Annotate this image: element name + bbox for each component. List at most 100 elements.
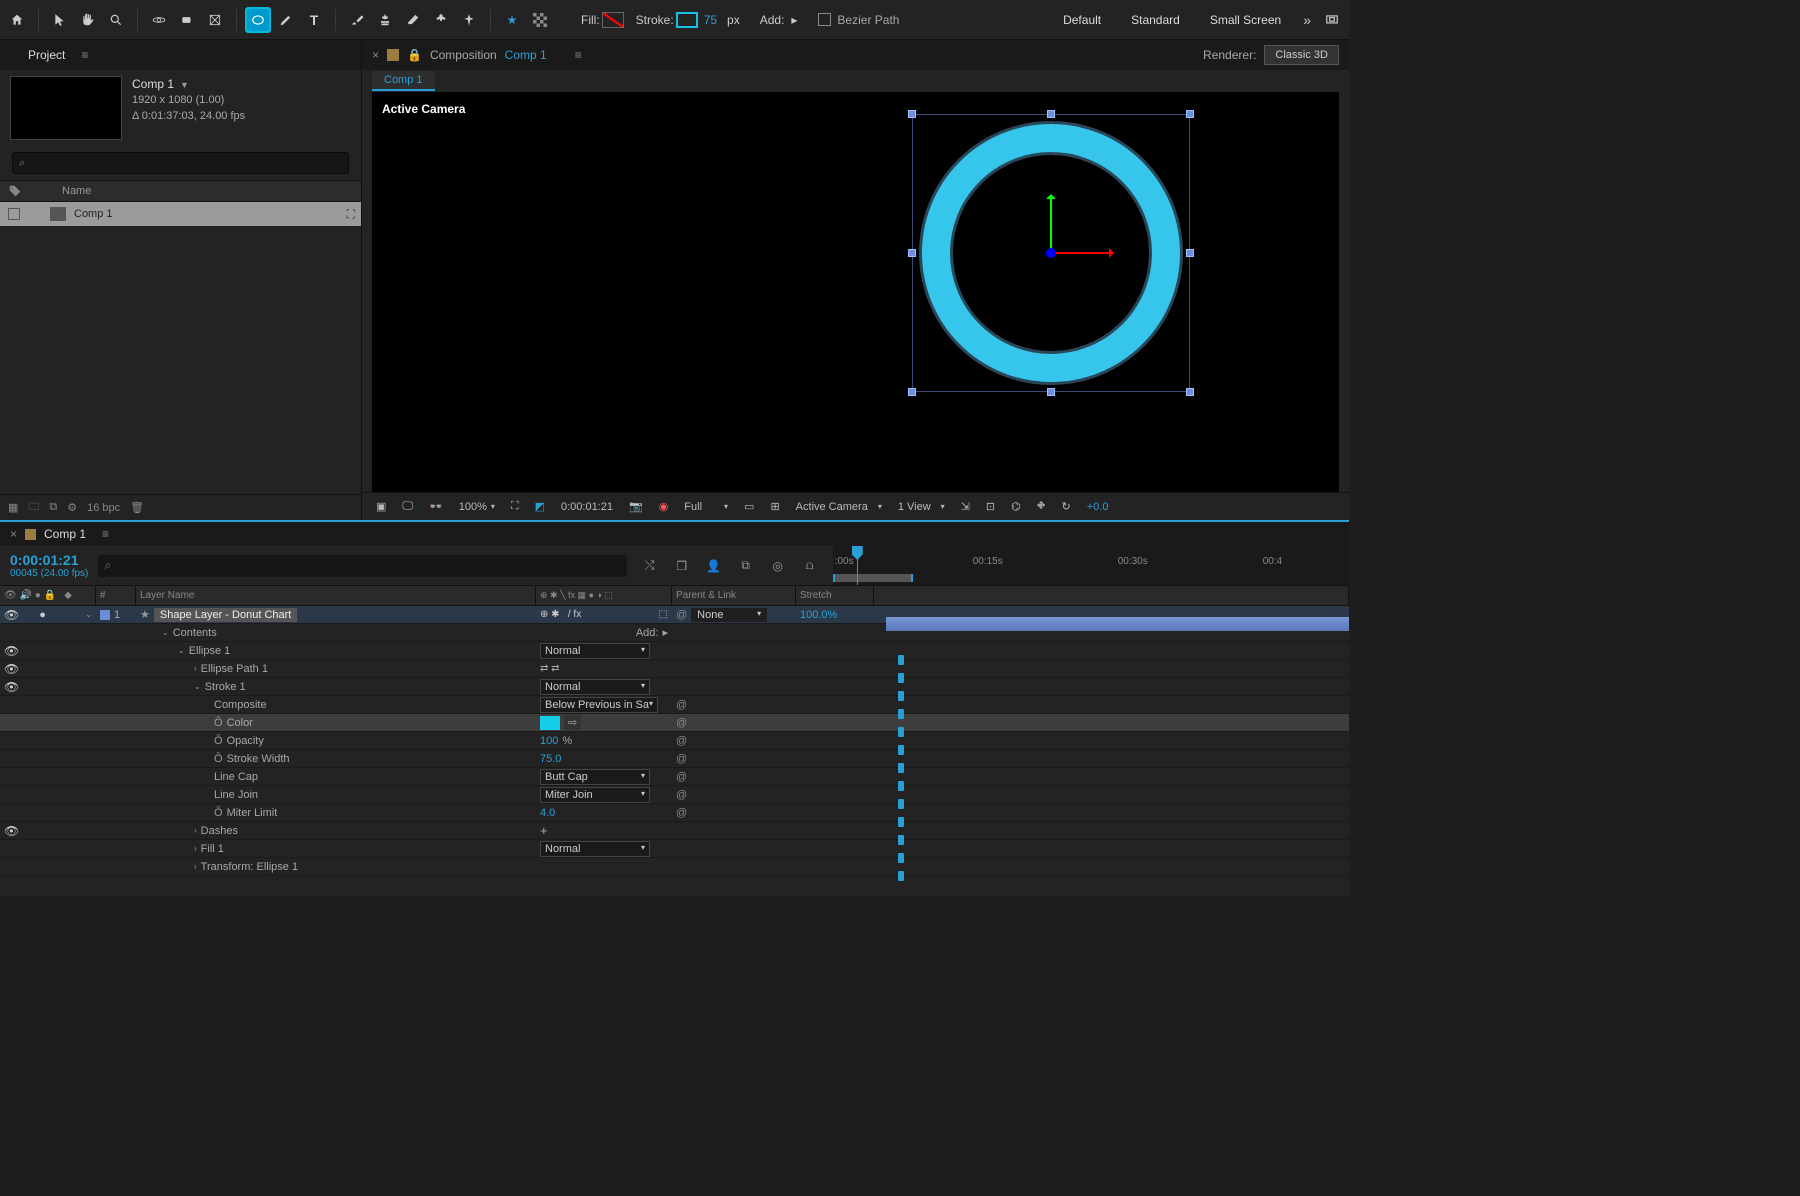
overflow-chevrons-icon[interactable]: » [1297,12,1317,28]
property-row[interactable]: Composite Below Previous in Sa▾ @ [0,696,1349,714]
project-settings-icon[interactable]: ⚙ [67,501,77,514]
text-tool-icon[interactable]: T [301,7,327,33]
keyframe-marker[interactable] [898,655,904,665]
timeline-close-icon[interactable]: × [10,527,17,541]
twirl-down-icon[interactable]: ⌄ [162,628,169,637]
resize-handle[interactable] [908,249,916,257]
zoom-dropdown[interactable]: 100% ▾ [455,499,499,515]
timeline-ruler[interactable]: :00s 00:15s 00:30s 00:4 [833,546,1349,585]
shy-layers-icon[interactable]: 👤 [703,555,725,577]
comp-mini-tab[interactable]: Comp 1 [372,71,435,91]
blend-mode-dropdown[interactable]: Normal▾ [540,643,650,659]
viewer-menu-icon[interactable]: ≡ [575,48,582,62]
fast-previews-icon[interactable]: ⊡ [982,498,999,515]
twirl-right-icon[interactable]: › [194,844,197,853]
home-icon[interactable] [4,7,30,33]
layer-name-field[interactable]: Shape Layer - Donut Chart [154,608,297,622]
property-row[interactable]: 👁 ›Ellipse Path 1 ⇄ ⇄ [0,660,1349,678]
line-join-dropdown[interactable]: Miter Join▾ [540,787,650,803]
playhead[interactable] [857,546,858,585]
keyframe-marker[interactable] [898,745,904,755]
miter-limit-value[interactable]: 4.0 [540,807,555,819]
pixel-aspect-icon[interactable]: ⇲ [957,498,974,515]
twirl-right-icon[interactable]: › [194,826,197,835]
stroke-color-swatch[interactable] [676,12,698,28]
visibility-toggle-icon[interactable]: 👁 [4,680,19,694]
layer-color-chip[interactable] [100,610,110,620]
parent-column-header[interactable]: Parent & Link [672,586,796,605]
resize-handle[interactable] [1186,249,1194,257]
selection-tool-icon[interactable] [47,7,73,33]
stopwatch-icon[interactable]: Ô [214,753,223,765]
name-column-header[interactable]: Name [62,185,91,197]
panel-menu-icon[interactable]: ≡ [81,48,88,62]
resize-handle[interactable] [908,110,916,118]
renderer-dropdown[interactable]: Classic 3D [1264,45,1339,65]
eraser-tool-icon[interactable] [400,7,426,33]
visibility-toggle-icon[interactable]: 👁 [4,824,19,838]
stretch-value[interactable]: 100.0% [800,609,837,621]
property-row[interactable]: Ô Miter Limit 4.0 @ [0,804,1349,822]
resize-handle[interactable] [1047,388,1055,396]
property-row[interactable]: 👁 ⌄Ellipse 1 Normal▾ [0,642,1349,660]
favorite-star-icon[interactable]: ★ [140,608,150,621]
project-search-input[interactable] [12,152,349,174]
always-preview-icon[interactable]: ▣ [372,498,390,515]
project-item-row[interactable]: Comp 1 ⛶ [0,202,361,226]
blend-mode-dropdown[interactable]: Normal▾ [540,679,650,695]
project-tab[interactable]: Project [20,43,73,67]
new-comp-icon[interactable]: ⧉ [49,501,57,514]
parent-dropdown[interactable]: None▾ [691,608,767,622]
pen-tool-icon[interactable] [273,7,299,33]
pickwhip-icon[interactable]: @ [676,609,687,621]
grid-icon[interactable]: ⊞ [766,498,783,515]
resolution-icon[interactable]: ⛶ [507,498,523,515]
composition-viewport[interactable]: Active Camera [372,92,1339,492]
snapshot-icon[interactable]: 📷 [625,498,647,515]
selected-shape-bbox[interactable] [912,114,1190,392]
rotate-tool-icon[interactable] [174,7,200,33]
timeline-search-input[interactable]: ⌕ [98,555,626,577]
twirl-down-icon[interactable]: ⌄ [178,646,185,655]
keyframe-marker[interactable] [898,727,904,737]
timeline-timecode[interactable]: 0:00:01:21 [10,552,88,568]
keyframe-marker[interactable] [898,799,904,809]
sync-settings-icon[interactable] [1319,7,1345,33]
property-row[interactable]: Ô Opacity 100% @ [0,732,1349,750]
twirl-down-icon[interactable]: ⌄ [85,610,92,619]
expression-pickwhip-icon[interactable]: @ [676,771,687,783]
keyframe-marker[interactable] [898,835,904,845]
keyframe-marker[interactable] [898,781,904,791]
breadcrumb-comp-name[interactable]: Comp 1 [505,48,547,62]
resolution-dropdown[interactable]: Full ▾ [680,499,732,515]
x-axis-icon[interactable] [1051,252,1113,254]
motion-blur-icon[interactable]: ◎ [767,555,789,577]
keyframe-marker[interactable] [898,763,904,773]
flowchart-icon[interactable]: ⛶ [347,207,355,222]
stretch-column-header[interactable]: Stretch [796,586,874,605]
workspace-small-screen[interactable]: Small Screen [1196,7,1295,33]
resize-handle[interactable] [1186,110,1194,118]
label-column-icon[interactable] [8,184,22,198]
property-row[interactable]: 👁 ›Dashes + [0,822,1349,840]
add-dash-icon[interactable]: + [540,823,548,838]
keyframe-marker[interactable] [898,691,904,701]
keyframe-marker[interactable] [898,871,904,881]
property-row[interactable]: Line Join Miter Join▾ @ [0,786,1349,804]
toggle-mask-icon[interactable]: 👓 [425,498,447,515]
av-columns[interactable]: 👁 🔊 ● 🔒 ◆ [0,586,96,605]
comp-thumbnail[interactable] [10,76,122,140]
bezier-checkbox-icon[interactable] [818,13,831,26]
blend-mode-dropdown[interactable]: Normal▾ [540,841,650,857]
show-channel-icon[interactable]: ◉ [655,498,673,515]
timeline-tab-name[interactable]: Comp 1 [44,527,86,541]
eyedropper-icon[interactable]: ⇨ [564,715,581,730]
exposure-value[interactable]: +0.0 [1083,499,1113,515]
reset-exposure-icon[interactable]: ↻ [1058,498,1075,515]
snapping-icon[interactable] [527,7,553,33]
expression-pickwhip-icon[interactable]: @ [676,735,687,747]
favorite-star-icon[interactable]: ★ [499,7,525,33]
opacity-value[interactable]: 100 [540,735,558,747]
property-row[interactable]: ›Fill 1 Normal▾ [0,840,1349,858]
frame-blend-icon[interactable]: ⧉ [735,555,757,577]
